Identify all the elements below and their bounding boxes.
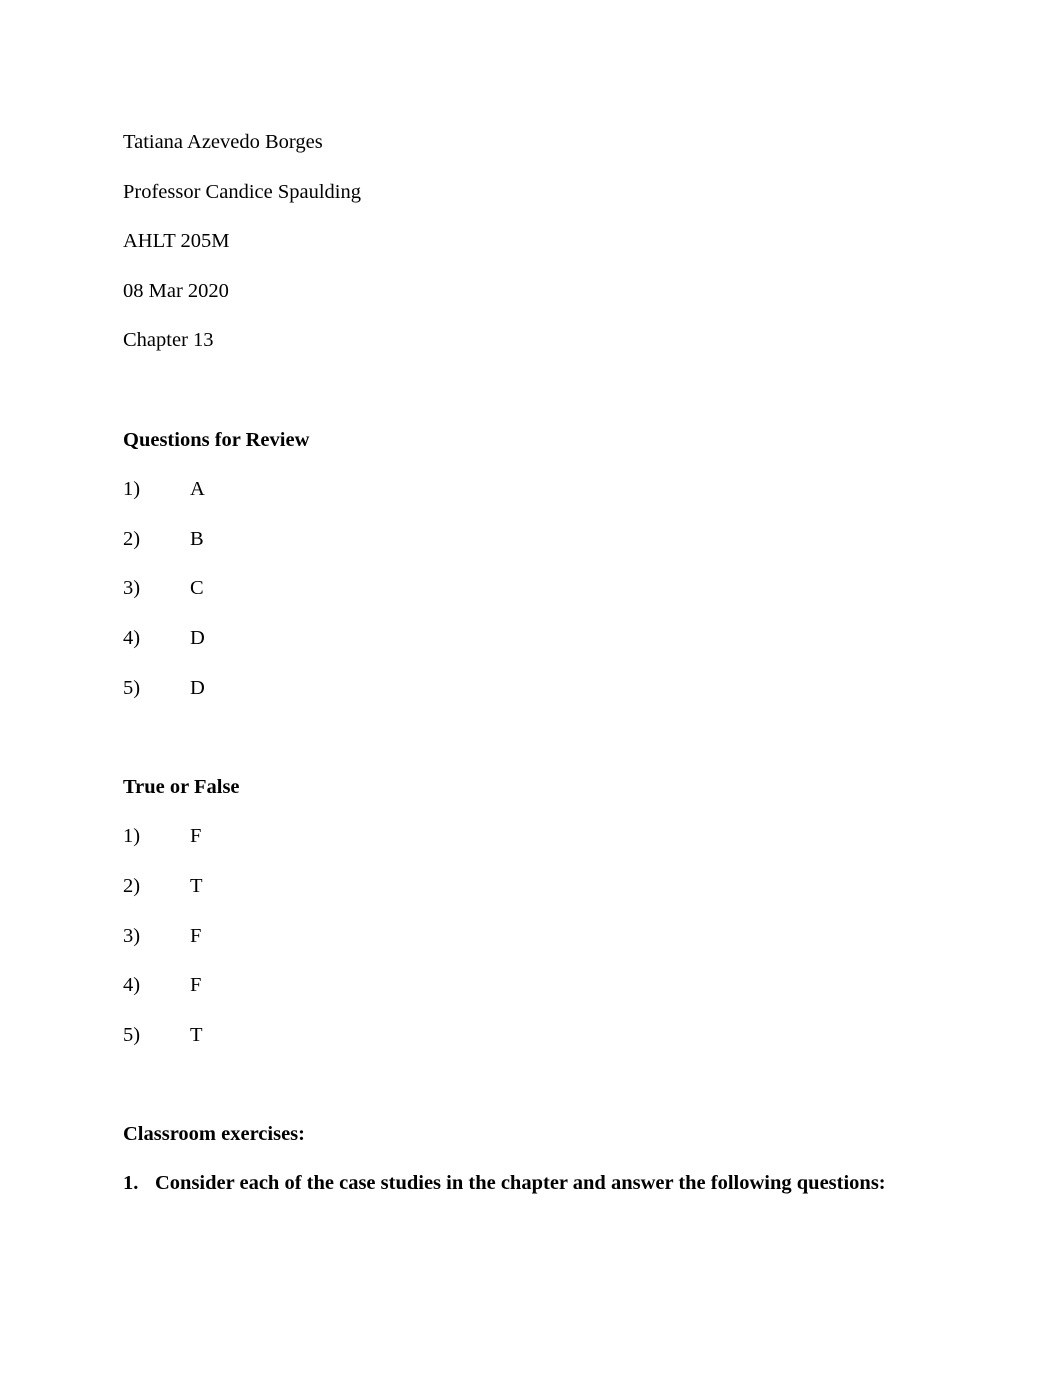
- chapter-label: Chapter 13: [123, 329, 214, 352]
- author-name: Tatiana Azevedo Borges: [123, 131, 323, 153]
- document-page: Tatiana Azevedo Borges Professor Candice…: [0, 0, 1062, 1377]
- section-heading: Classroom exercises:: [123, 1122, 305, 1145]
- answer-number: 2): [123, 874, 141, 897]
- answer-number: 4): [123, 626, 141, 649]
- section-classroom-exercises: Classroom exercises: 1. Consider each of…: [123, 1110, 923, 1209]
- date: 08 Mar 2020: [123, 279, 229, 302]
- answer-value: T: [190, 874, 203, 897]
- answer-number: 3): [123, 924, 141, 947]
- answer-number: 5): [123, 676, 141, 699]
- answer-row: 2) B: [123, 515, 923, 565]
- document-body: Tatiana Azevedo Borges Professor Candice…: [123, 118, 923, 1209]
- answer-number: 3): [123, 577, 141, 600]
- answer-row: 3) C: [123, 564, 923, 614]
- answer-number: 1): [123, 478, 141, 501]
- answer-row: 1) A: [123, 465, 923, 515]
- answer-row: 4) D: [123, 614, 923, 664]
- exercise-item: 1. Consider each of the case studies in …: [123, 1159, 923, 1209]
- section-heading: Questions for Review: [123, 428, 310, 451]
- instructor-name: Professor Candice Spaulding: [123, 180, 361, 203]
- answer-value: D: [190, 626, 205, 649]
- answer-value: T: [190, 1023, 203, 1046]
- section-questions-for-review: Questions for Review 1) A 2) B 3) C 4) D…: [123, 416, 923, 714]
- answer-number: 2): [123, 527, 141, 550]
- answer-row: 1) F: [123, 812, 923, 862]
- answer-row: 5) T: [123, 1011, 923, 1061]
- answer-value: D: [190, 676, 205, 699]
- exercise-text: Consider each of the case studies in the…: [155, 1172, 886, 1195]
- section-true-or-false: True or False 1) F 2) T 3) F 4) F 5) T: [123, 763, 923, 1061]
- answer-value: B: [190, 527, 204, 550]
- answer-row: 3) F: [123, 912, 923, 962]
- answer-value: F: [190, 825, 202, 848]
- answer-row: 5) D: [123, 664, 923, 714]
- answer-number: 1): [123, 825, 141, 848]
- course-code: AHLT 205M: [123, 230, 230, 253]
- answer-value: C: [190, 577, 204, 600]
- answer-row: 2) T: [123, 862, 923, 912]
- answer-value: A: [190, 478, 205, 501]
- answer-value: F: [190, 974, 202, 997]
- answer-row: 4) F: [123, 961, 923, 1011]
- section-heading: True or False: [123, 775, 240, 798]
- answer-number: 5): [123, 1023, 141, 1046]
- exercise-number: 1.: [123, 1172, 139, 1195]
- answer-number: 4): [123, 974, 141, 997]
- document-heading-block: Tatiana Azevedo Borges Professor Candice…: [123, 118, 923, 366]
- answer-value: F: [190, 924, 202, 947]
